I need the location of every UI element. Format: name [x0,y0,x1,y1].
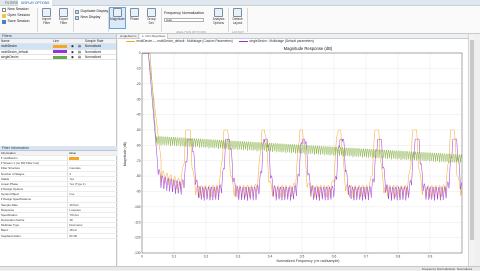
x-tick-label: 0.6 [332,255,337,259]
phase-icon [130,8,139,17]
left-pane: Filters Name Line Sample Rate multiDecim… [0,34,117,266]
analysis-options-button[interactable]: Analysis Options [210,8,227,28]
y-tick-label: -100 [134,205,141,209]
x-axis-label: Normalized Frequency (×π rad/sample) [277,259,340,263]
filter-row-multidecim-default[interactable]: multiDecim_default ◉ ▤ Normalized [0,49,116,55]
display-section: Duplicate Display New Display [75,7,108,32]
x-tick-label: 0.2 [204,255,209,259]
y-tick-label: -50 [136,128,141,132]
gear-icon [214,8,223,17]
save-icon [2,19,6,24]
x-tick-label: 0.9 [428,255,433,259]
ribbon: New Session Open Session Save Session Im… [0,6,480,34]
y-tick-label: -90 [136,190,141,194]
visible-icon[interactable]: ◉ [71,55,74,59]
filter-row-singledecim[interactable]: singleDecim ◉ ▤ Normalized [0,54,116,61]
filters-table: Name Line Sample Rate multiDecim ◉ ▤ Nor… [0,39,116,61]
y-tick-label: -110 [134,220,140,224]
info-icon[interactable]: ▤ [78,44,81,48]
export-filter-button[interactable]: Export Filter [56,8,71,28]
freq-norm-section: Frequency Normalization Auto [164,7,208,32]
y-tick-label: -70 [136,159,141,163]
x-tick-label: 0.7 [364,255,369,259]
freq-norm-label: Frequency Normalization [164,11,204,15]
info-icon[interactable]: ▤ [78,55,81,59]
x-tick-label: 0.5 [300,255,305,259]
group-delay-button[interactable]: Group Del. [144,8,159,28]
group-delay-icon [147,8,156,17]
new-display-button[interactable]: New Display [75,15,100,20]
phase-button[interactable]: Phase [127,8,142,28]
vertical-scrollbar[interactable] [468,34,474,266]
freq-norm-dropdown[interactable]: Auto [164,17,204,22]
y-axis-label: Magnitude (dB) [123,142,127,167]
y-tick-label: 0 [139,51,141,55]
info-icon[interactable]: ▤ [78,50,81,54]
line-swatch[interactable] [53,44,67,48]
magnitude-icon [113,8,122,17]
x-tick-label: 0.8 [396,255,401,259]
visible-icon[interactable]: ◉ [71,50,74,54]
duplicate-icon [75,9,79,14]
y-tick-label: -10 [136,66,141,70]
filter-info-table: Information Value ▾ multiDecim ▾ Stream … [0,151,117,239]
import-icon [42,8,51,17]
import-filter-button[interactable]: Import Filter [39,8,54,28]
line-swatch [69,156,80,160]
y-tick-label: -20 [136,82,141,86]
chart-title: Magnitude Response (dB) [284,46,333,51]
scroll-thumb[interactable] [470,40,474,240]
magnitude-response-chart[interactable]: Magnitude Response (dB) Magnitude (dB) N… [118,44,468,266]
export-icon [59,8,68,17]
y-tick-label: -30 [136,97,141,101]
file-section: New Session Open Session Save Session [2,7,36,32]
x-tick-label: 0.3 [236,255,241,259]
new-file-icon [2,7,6,12]
status-text: Frequency Normalization: Normalized [421,267,472,271]
y-tick-label: -130 [134,251,141,255]
layout-icon [233,8,242,17]
y-tick-label: -80 [136,174,141,178]
save-session-button[interactable]: Save Session [2,19,29,24]
y-tick-label: -40 [136,113,141,117]
duplicate-display-button[interactable]: Duplicate Display [75,9,108,14]
info-row[interactable]: Stopband Atten. 80 dB [0,233,117,239]
default-layout-button[interactable]: Default Layout [230,8,245,28]
open-session-button[interactable]: Open Session [2,13,30,18]
magnitude-button[interactable]: Magnitude [109,7,126,29]
x-tick-label: 0.4 [268,255,273,259]
y-tick-label: -60 [136,143,141,147]
x-tick-label: 0 [141,255,143,259]
status-bar: Frequency Normalization: Normalized [0,266,480,271]
filter-info-panel: Filter Information Information Value ▾ m… [0,146,117,266]
plot-pane: singleDecim 1: Ch1 Mag Resp multiDecim —… [118,34,474,266]
x-tick-label: 0.1 [172,255,177,259]
new-session-button[interactable]: New Session [2,7,28,12]
y-tick-label: -120 [134,236,141,240]
line-swatch[interactable] [53,55,67,59]
open-folder-icon [2,13,6,18]
new-display-icon [75,15,79,20]
visible-icon[interactable]: ◉ [71,44,74,48]
line-swatch[interactable] [53,50,67,54]
